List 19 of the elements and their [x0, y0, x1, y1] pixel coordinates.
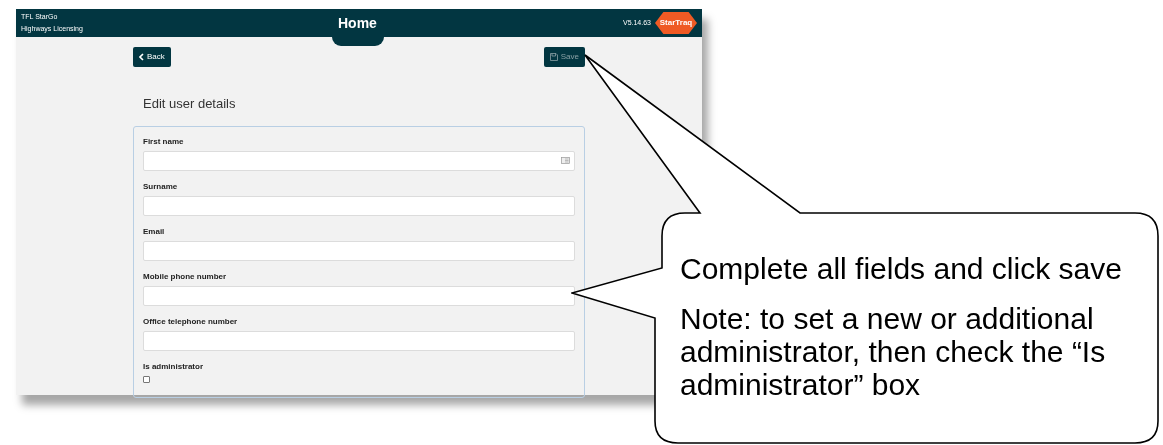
input-field[interactable] — [143, 285, 575, 306]
field-label: Is administrator — [143, 361, 204, 372]
callout-text: Complete all fields and click save — [680, 252, 1123, 285]
input-field[interactable] — [143, 195, 575, 216]
chevron-left-icon — [139, 53, 144, 61]
field-label: Mobile phone number — [143, 271, 228, 282]
field-label: First name — [143, 136, 185, 147]
callout-text: Note: to set a new or additional administrator, then check the “Is administrator” box — [680, 302, 1107, 401]
checkbox[interactable] — [143, 375, 150, 383]
input-field[interactable] — [143, 150, 575, 171]
field-label: Surname — [143, 181, 179, 192]
back-button[interactable]: Back — [133, 47, 171, 67]
logo-badge: StarTraq — [655, 12, 697, 34]
field-label: Office telephone number — [143, 316, 239, 327]
field-label: Email — [143, 226, 166, 237]
input-field[interactable] — [143, 240, 575, 261]
input-field[interactable] — [143, 330, 575, 351]
form-title: Edit user details — [143, 95, 237, 113]
page-title: Home — [338, 14, 377, 32]
